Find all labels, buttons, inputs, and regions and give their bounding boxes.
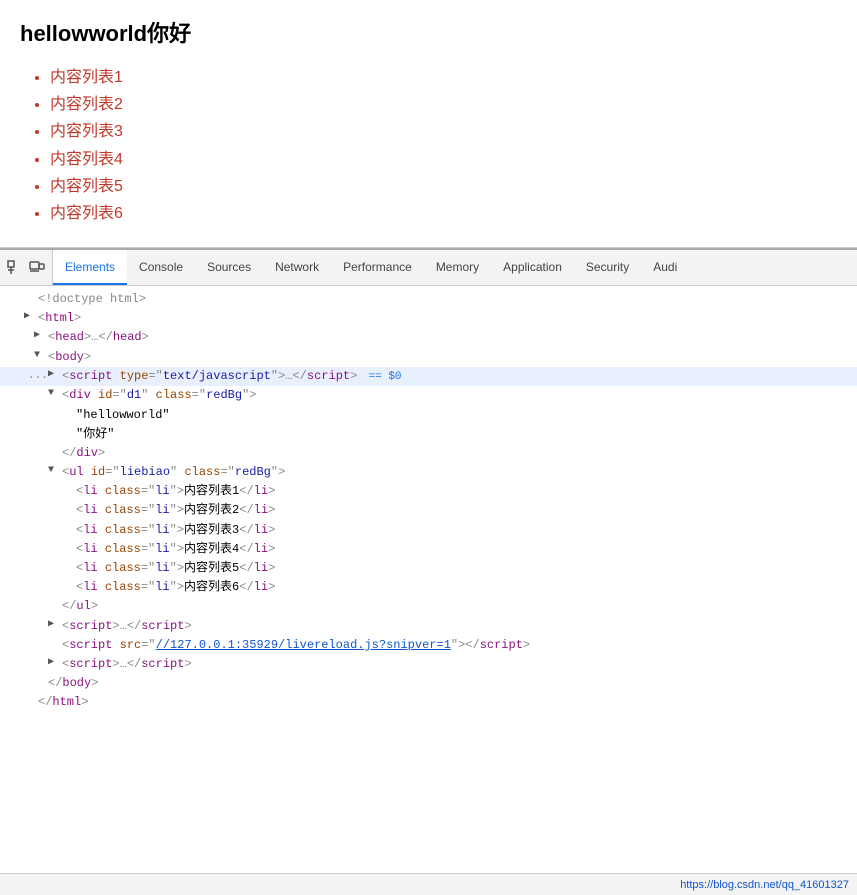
tab-application[interactable]: Application bbox=[491, 250, 574, 285]
li-6-line: <li class="li">内容列表6</li> bbox=[0, 578, 857, 597]
statusbar-url: https://blog.csdn.net/qq_41601327 bbox=[680, 879, 849, 891]
tab-elements[interactable]: Elements bbox=[53, 250, 127, 285]
tab-console[interactable]: Console bbox=[127, 250, 195, 285]
script-2-line[interactable]: ▶ <script>…</script> bbox=[0, 617, 857, 636]
list-item: 内容列表4 bbox=[50, 146, 837, 173]
list-item: 内容列表2 bbox=[50, 91, 837, 118]
browser-viewport: hellowworld你好 内容列表1 内容列表2 内容列表3 内容列表4 内容… bbox=[0, 0, 857, 248]
script-line-highlighted[interactable]: ... ▶ <script type="text/javascript">…</… bbox=[0, 367, 857, 387]
ul-liebiao-close-line: </ul> bbox=[0, 597, 857, 616]
ul-liebiao-open-line[interactable]: ▼ <ul id="liebiao" class="redBg"> bbox=[0, 463, 857, 482]
tab-performance[interactable]: Performance bbox=[331, 250, 424, 285]
page-list: 内容列表1 内容列表2 内容列表3 内容列表4 内容列表5 内容列表6 bbox=[20, 64, 837, 227]
div-d1-open-line[interactable]: ▼ <div id="d1" class="redBg"> bbox=[0, 386, 857, 405]
elements-panel[interactable]: <!doctype html> ▶ <html> ▶ <head>…</head… bbox=[0, 286, 857, 873]
script-3-line[interactable]: ▶ <script>…</script> bbox=[0, 655, 857, 674]
page-title: hellowworld你好 bbox=[20, 16, 837, 48]
head-line[interactable]: ▶ <head>…</head> bbox=[0, 328, 857, 347]
body-open-line[interactable]: ▼ <body> bbox=[0, 348, 857, 367]
text-hellow-line: "hellowworld" bbox=[0, 406, 857, 425]
livereload-script-line: <script src="//127.0.0.1:35929/livereloa… bbox=[0, 636, 857, 655]
html-close-line: </html> bbox=[0, 693, 857, 712]
list-item: 内容列表5 bbox=[50, 173, 837, 200]
li-1-line: <li class="li">内容列表1</li> bbox=[0, 482, 857, 501]
li-4-line: <li class="li">内容列表4</li> bbox=[0, 540, 857, 559]
devtools-toolbar: Elements Console Sources Network Perform… bbox=[0, 250, 857, 286]
tab-network[interactable]: Network bbox=[263, 250, 331, 285]
list-item: 内容列表1 bbox=[50, 64, 837, 91]
li-3-line: <li class="li">内容列表3</li> bbox=[0, 521, 857, 540]
tab-audits[interactable]: Audi bbox=[641, 250, 689, 285]
body-close-line: </body> bbox=[0, 674, 857, 693]
text-nihao-line: "你好" bbox=[0, 425, 857, 444]
statusbar: https://blog.csdn.net/qq_41601327 bbox=[0, 873, 857, 895]
li-5-line: <li class="li">内容列表5</li> bbox=[0, 559, 857, 578]
tab-security[interactable]: Security bbox=[574, 250, 641, 285]
list-item: 内容列表3 bbox=[50, 118, 837, 145]
list-item: 内容列表6 bbox=[50, 200, 837, 227]
div-d1-close-line: </div> bbox=[0, 444, 857, 463]
devtools-tabs: Elements Console Sources Network Perform… bbox=[53, 250, 857, 285]
html-open-line[interactable]: ▶ <html> bbox=[0, 309, 857, 328]
doctype-line: <!doctype html> bbox=[0, 290, 857, 309]
tab-sources[interactable]: Sources bbox=[195, 250, 263, 285]
devtools-panel: Elements Console Sources Network Perform… bbox=[0, 248, 857, 895]
inspect-icon[interactable] bbox=[6, 259, 24, 277]
device-icon[interactable] bbox=[28, 259, 46, 277]
li-2-line: <li class="li">内容列表2</li> bbox=[0, 501, 857, 520]
toolbar-icons bbox=[0, 250, 53, 285]
tab-memory[interactable]: Memory bbox=[424, 250, 491, 285]
